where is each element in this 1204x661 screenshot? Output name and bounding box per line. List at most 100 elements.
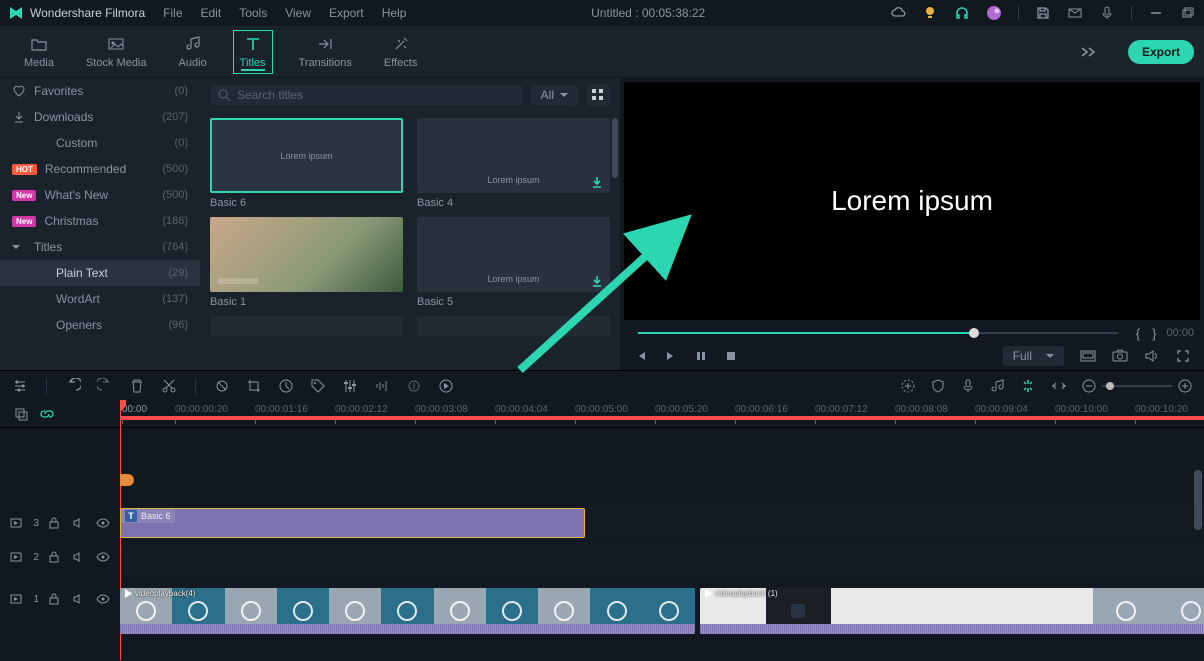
title-clip-basic6[interactable]: TBasic 6	[120, 508, 585, 538]
menu-file[interactable]: File	[163, 6, 182, 20]
video-clip-b[interactable]: videoplayback (1)	[700, 588, 1204, 634]
lock-icon[interactable]	[49, 593, 62, 605]
mic-icon[interactable]	[960, 378, 976, 394]
menu-edit[interactable]: Edit	[201, 6, 222, 20]
tab-transitions[interactable]: Transitions	[293, 31, 358, 73]
profile-icon[interactable]	[986, 5, 1002, 21]
title-thumb-basic4[interactable]: Lorem ipsum Basic 4	[417, 118, 610, 209]
mute-icon[interactable]	[73, 594, 86, 604]
zoom-out-icon[interactable]	[1082, 379, 1096, 393]
browser-scrollbar[interactable]	[612, 118, 618, 362]
fit-icon[interactable]	[1050, 379, 1068, 393]
track-header-1[interactable]: 1	[0, 574, 120, 624]
pause-button[interactable]	[694, 349, 708, 363]
title-thumb-basic6[interactable]: Lorem ipsum Basic 6	[210, 118, 403, 209]
music-icon[interactable]	[990, 378, 1006, 394]
expand-modules-icon[interactable]	[1080, 45, 1098, 59]
render-icon[interactable]	[438, 378, 454, 394]
stop-button[interactable]	[724, 349, 738, 363]
tab-audio[interactable]: Audio	[173, 31, 213, 73]
tab-media[interactable]: Media	[18, 31, 60, 73]
track-play-icon[interactable]	[10, 517, 23, 529]
sidebar-item-whatsnew[interactable]: New What's New (500)	[0, 182, 200, 208]
search-input[interactable]: Search titles	[210, 85, 523, 105]
video-clip-a[interactable]: videoplayback(4)	[120, 588, 695, 634]
track-header-2[interactable]: 2	[0, 540, 120, 574]
sidebar-item-titles[interactable]: Titles (764)	[0, 234, 200, 260]
idea-icon[interactable]	[922, 5, 938, 21]
mail-icon[interactable]	[1067, 5, 1083, 21]
play-button[interactable]	[664, 349, 678, 363]
eye-icon[interactable]	[96, 594, 110, 604]
eye-icon[interactable]	[96, 518, 110, 528]
sidebar-item-downloads[interactable]: Downloads (207)	[0, 104, 200, 130]
volume-icon[interactable]	[1144, 349, 1160, 363]
voice-icon[interactable]	[406, 378, 422, 394]
tab-titles[interactable]: Titles	[233, 30, 273, 74]
title-thumb-partial[interactable]	[417, 316, 610, 336]
sidebar-item-recommended[interactable]: HOT Recommended (500)	[0, 156, 200, 182]
undo-icon[interactable]	[65, 378, 81, 394]
cut-icon[interactable]	[161, 378, 177, 394]
filter-dropdown[interactable]: All	[531, 85, 578, 105]
tag-icon[interactable]	[310, 378, 326, 394]
eye-icon[interactable]	[96, 552, 110, 562]
track-play-icon[interactable]	[10, 593, 23, 605]
zoom-slider[interactable]	[1082, 379, 1192, 393]
preview-seekbar[interactable]	[638, 328, 1118, 338]
timeline-ruler[interactable]: 00:00 00:00:00:20 00:00:01:16 00:00:02:1…	[120, 400, 1204, 428]
download-icon[interactable]	[590, 274, 604, 288]
playhead-icon[interactable]	[120, 400, 126, 412]
speed-icon[interactable]	[278, 378, 294, 394]
download-icon[interactable]	[590, 175, 604, 189]
mark-out-icon[interactable]: }	[1152, 326, 1156, 341]
link-icon[interactable]	[40, 407, 54, 421]
circle-off-icon[interactable]	[214, 378, 230, 394]
headphones-icon[interactable]	[954, 5, 970, 21]
mark-in-icon[interactable]: {	[1136, 326, 1140, 341]
save-icon[interactable]	[1035, 5, 1051, 21]
adjust-icon[interactable]	[342, 378, 358, 394]
lock-icon[interactable]	[49, 517, 62, 529]
title-thumb-partial[interactable]	[210, 316, 403, 336]
minimize-icon[interactable]	[1148, 5, 1164, 21]
sidebar-item-plaintext[interactable]: Plain Text (29)	[0, 260, 200, 286]
tab-stock[interactable]: Stock Media	[80, 31, 153, 73]
zoom-in-icon[interactable]	[1178, 379, 1192, 393]
lock-icon[interactable]	[49, 551, 62, 563]
track-play-icon[interactable]	[10, 551, 23, 563]
preview-video[interactable]: Lorem ipsum	[624, 82, 1200, 320]
tab-effects[interactable]: Effects	[378, 31, 423, 73]
title-thumb-basic1[interactable]: Basic 1	[210, 217, 403, 308]
mute-icon[interactable]	[73, 518, 86, 528]
menu-export[interactable]: Export	[329, 6, 364, 20]
sidebar-item-wordart[interactable]: WordArt (137)	[0, 286, 200, 312]
sidebar-item-favorites[interactable]: Favorites (0)	[0, 78, 200, 104]
cloud-icon[interactable]	[890, 5, 906, 21]
detach-preview-icon[interactable]	[1080, 349, 1096, 363]
snapshot-icon[interactable]	[1112, 349, 1128, 363]
audio-eq-icon[interactable]	[374, 378, 390, 394]
export-button[interactable]: Export	[1128, 40, 1194, 64]
menu-help[interactable]: Help	[382, 6, 407, 20]
title-thumb-basic5[interactable]: Lorem ipsum Basic 5	[417, 217, 610, 308]
mute-icon[interactable]	[73, 552, 86, 562]
menu-view[interactable]: View	[285, 6, 311, 20]
layout-grid-button[interactable]	[586, 84, 610, 106]
timeline-scrollbar[interactable]	[1194, 430, 1202, 653]
delete-icon[interactable]	[129, 378, 145, 394]
crop-icon[interactable]	[246, 378, 262, 394]
redo-icon[interactable]	[97, 378, 113, 394]
settings-sliders-icon[interactable]	[12, 378, 28, 394]
shield-icon[interactable]	[930, 378, 946, 394]
preview-resolution-select[interactable]: Full	[1003, 346, 1064, 366]
snap-icon[interactable]	[1020, 378, 1036, 394]
track-header-3[interactable]: 3	[0, 506, 120, 540]
sidebar-item-openers[interactable]: Openers (96)	[0, 312, 200, 338]
fullscreen-icon[interactable]	[1176, 349, 1190, 363]
sidebar-item-christmas[interactable]: New Christmas (186)	[0, 208, 200, 234]
sidebar-item-custom[interactable]: Custom (0)	[0, 130, 200, 156]
prev-frame-button[interactable]	[634, 349, 648, 363]
voiceover-icon[interactable]	[1099, 5, 1115, 21]
menu-tools[interactable]: Tools	[239, 6, 267, 20]
